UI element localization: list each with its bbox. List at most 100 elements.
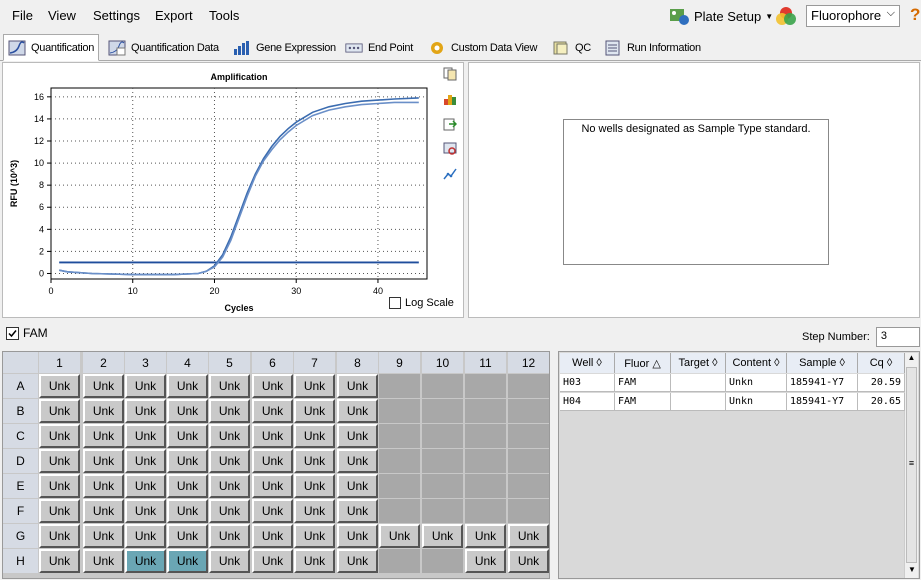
well-F5[interactable]: Unk <box>209 499 250 523</box>
fam-checkbox[interactable] <box>6 326 19 340</box>
well-B10[interactable] <box>422 399 463 423</box>
well-D6[interactable]: Unk <box>252 449 293 473</box>
menu-export[interactable]: Export <box>155 8 193 23</box>
well-C8[interactable]: Unk <box>337 424 378 448</box>
log-scale-checkbox[interactable] <box>389 297 401 309</box>
well-B1[interactable]: Unk <box>39 399 80 423</box>
well-B8[interactable]: Unk <box>337 399 378 423</box>
well-A7[interactable]: Unk <box>294 374 335 398</box>
col-header-cq[interactable]: Cq ◊ <box>858 353 905 373</box>
well-H9[interactable] <box>379 549 420 573</box>
tab-gene-expression[interactable]: Gene Expression <box>229 36 340 60</box>
cell-content[interactable]: Unkn <box>726 374 787 392</box>
well-B3[interactable]: Unk <box>125 399 166 423</box>
well-B2[interactable]: Unk <box>83 399 124 423</box>
well-F3[interactable]: Unk <box>125 499 166 523</box>
col-header-content[interactable]: Content ◊ <box>726 353 787 373</box>
scroll-up-arrow[interactable]: ▲ <box>905 353 918 366</box>
help-icon[interactable]: ? <box>910 5 920 25</box>
well-A4[interactable]: Unk <box>167 374 208 398</box>
well-C9[interactable] <box>379 424 420 448</box>
well-C5[interactable]: Unk <box>209 424 250 448</box>
cell-well[interactable]: H03 <box>560 374 615 392</box>
well-E7[interactable]: Unk <box>294 474 335 498</box>
well-D2[interactable]: Unk <box>83 449 124 473</box>
menu-view[interactable]: View <box>48 8 76 23</box>
well-E6[interactable]: Unk <box>252 474 293 498</box>
well-D5[interactable]: Unk <box>209 449 250 473</box>
well-H5[interactable]: Unk <box>209 549 250 573</box>
well-H7[interactable]: Unk <box>294 549 335 573</box>
well-H12[interactable]: Unk <box>508 549 549 573</box>
plate-setup-button[interactable]: Plate Setup ▼ <box>668 5 773 27</box>
well-A6[interactable]: Unk <box>252 374 293 398</box>
scroll-down-arrow[interactable]: ▼ <box>905 565 919 578</box>
vertical-scrollbar[interactable]: ▲ ≡ ▼ <box>904 353 918 578</box>
well-H3[interactable]: Unk <box>125 549 166 573</box>
well-D1[interactable]: Unk <box>39 449 80 473</box>
well-D10[interactable] <box>422 449 463 473</box>
tab-run-information[interactable]: Run Information <box>600 36 705 60</box>
col-header-sample[interactable]: Sample ◊ <box>787 353 858 373</box>
well-D8[interactable]: Unk <box>337 449 378 473</box>
cell-content[interactable]: Unkn <box>726 393 787 411</box>
well-G3[interactable]: Unk <box>125 524 166 548</box>
plate-row-header-B[interactable]: B <box>3 399 38 423</box>
well-A8[interactable]: Unk <box>337 374 378 398</box>
col-header-well[interactable]: Well ◊ <box>560 353 615 373</box>
well-C12[interactable] <box>508 424 549 448</box>
tab-custom-data-view[interactable]: Custom Data View <box>424 36 541 60</box>
well-B4[interactable]: Unk <box>167 399 208 423</box>
well-C2[interactable]: Unk <box>83 424 124 448</box>
menu-file[interactable]: File <box>12 8 33 23</box>
well-E5[interactable]: Unk <box>209 474 250 498</box>
well-D9[interactable] <box>379 449 420 473</box>
plate-col-header-6[interactable]: 6 <box>252 352 293 373</box>
plate-col-header-9[interactable]: 9 <box>379 352 420 373</box>
well-C4[interactable]: Unk <box>167 424 208 448</box>
well-G5[interactable]: Unk <box>209 524 250 548</box>
well-G9[interactable]: Unk <box>379 524 420 548</box>
tab-quantification-data[interactable]: Quantification Data <box>104 36 223 60</box>
plate-corner[interactable] <box>3 352 38 373</box>
well-G11[interactable]: Unk <box>465 524 506 548</box>
plate-col-header-7[interactable]: 7 <box>294 352 335 373</box>
well-E11[interactable] <box>465 474 506 498</box>
well-E4[interactable]: Unk <box>167 474 208 498</box>
trend-line-icon[interactable] <box>443 167 457 181</box>
plate-col-header-12[interactable]: 12 <box>508 352 549 373</box>
well-A1[interactable]: Unk <box>39 374 80 398</box>
well-H8[interactable]: Unk <box>337 549 378 573</box>
tab-quantification[interactable]: Quantification <box>3 34 100 61</box>
scroll-thumb[interactable]: ≡ <box>906 367 917 563</box>
plate-row-header-D[interactable]: D <box>3 449 38 473</box>
well-D4[interactable]: Unk <box>167 449 208 473</box>
plate-col-header-8[interactable]: 8 <box>337 352 378 373</box>
well-G4[interactable]: Unk <box>167 524 208 548</box>
well-F1[interactable]: Unk <box>39 499 80 523</box>
plate-row-header-A[interactable]: A <box>3 374 38 398</box>
log-scale-toggle[interactable]: Log Scale <box>389 297 454 309</box>
tab-end-point[interactable]: End Point <box>341 36 417 60</box>
well-B6[interactable]: Unk <box>252 399 293 423</box>
fam-toggle[interactable]: FAM <box>6 326 48 340</box>
plate-col-header-1[interactable]: 1 <box>39 352 80 373</box>
plate-row-header-C[interactable]: C <box>3 424 38 448</box>
cell-fluor[interactable]: FAM <box>615 393 671 411</box>
well-A2[interactable]: Unk <box>83 374 124 398</box>
well-B9[interactable] <box>379 399 420 423</box>
well-E10[interactable] <box>422 474 463 498</box>
well-C1[interactable]: Unk <box>39 424 80 448</box>
plate-row-header-H[interactable]: H <box>3 549 38 573</box>
cell-sample[interactable]: 185941-Y7 <box>787 393 858 411</box>
well-D12[interactable] <box>508 449 549 473</box>
well-D3[interactable]: Unk <box>125 449 166 473</box>
col-header-target[interactable]: Target ◊ <box>671 353 726 373</box>
amplification-chart[interactable]: 0 10 20 30 40 0 2 4 6 8 10 12 14 16 Amplification Cycle… <box>5 65 441 315</box>
plate-col-header-4[interactable]: 4 <box>167 352 208 373</box>
menu-tools[interactable]: Tools <box>209 8 239 23</box>
well-C11[interactable] <box>465 424 506 448</box>
plate-col-header-3[interactable]: 3 <box>125 352 166 373</box>
well-H10[interactable] <box>422 549 463 573</box>
well-B7[interactable]: Unk <box>294 399 335 423</box>
